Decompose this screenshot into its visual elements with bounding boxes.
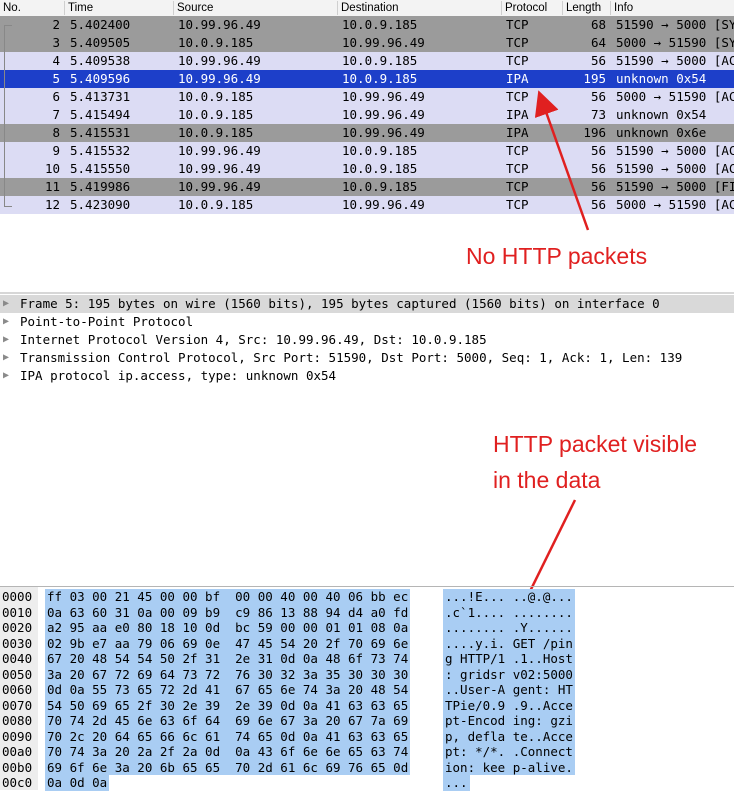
detail-row[interactable]: ▶ Internet Protocol Version 4, Src: 10.99… (0, 331, 734, 349)
byte-hex[interactable]: 54 50 69 65 2f 30 2e 39 2e 39 0d 0a 41 6… (45, 697, 411, 713)
arrow-to-ipa (534, 90, 590, 231)
byte-hex[interactable]: 70 74 3a 20 2a 2f 2a 0d 0a 43 6f 6e 6e 6… (45, 744, 411, 760)
detail-row[interactable]: ▶ Point-to-Point Protocol (0, 313, 734, 331)
byte-offset[interactable]: 00a0 (2, 744, 32, 760)
byte-hex[interactable]: 3a 20 67 72 69 64 73 72 76 30 32 3a 35 3… (45, 666, 411, 682)
byte-offset[interactable]: 0080 (2, 713, 32, 729)
byte-ascii[interactable]: p, defla te..Acce (443, 728, 575, 744)
detail-text: Frame 5: 195 bytes on wire (1560 bits), … (20, 296, 660, 311)
expand-triangle-icon[interactable]: ▶ (3, 331, 9, 349)
byte-offset[interactable]: 0020 (2, 620, 32, 636)
detail-text: Point-to-Point Protocol (20, 314, 194, 329)
byte-hex[interactable]: 67 20 48 54 54 50 2f 31 2e 31 0d 0a 48 6… (45, 651, 411, 667)
byte-ascii[interactable]: g HTTP/1 .1..Host (443, 651, 575, 667)
detail-text: Transmission Control Protocol, Src Port:… (20, 350, 683, 365)
detail-row[interactable]: ▶ Transmission Control Protocol, Src Port… (0, 349, 734, 367)
expand-triangle-icon[interactable]: ▶ (3, 367, 9, 385)
byte-ascii[interactable]: .c`1.... ........ (443, 604, 575, 620)
detail-text: IPA protocol ip.access, type: unknown 0x… (20, 368, 337, 383)
byte-offset[interactable]: 0090 (2, 729, 32, 745)
byte-offset[interactable]: 0010 (2, 605, 32, 621)
byte-hex[interactable]: 0d 0a 55 73 65 72 2d 41 67 65 6e 74 3a 2… (45, 682, 411, 698)
byte-hex[interactable]: 02 9b e7 aa 79 06 69 0e 47 45 54 20 2f 7… (45, 635, 411, 651)
byte-offset[interactable]: 0000 (2, 589, 32, 605)
byte-offset[interactable]: 0030 (2, 636, 32, 652)
bytes-divider (0, 586, 734, 587)
byte-ascii[interactable]: ...!E... ..@.@... (443, 589, 575, 605)
detail-text: Internet Protocol Version 4, Src: 10.99.… (20, 332, 487, 347)
byte-ascii[interactable]: ....y.i. GET /pin (443, 635, 575, 651)
byte-hex[interactable]: 70 74 2d 45 6e 63 6f 64 69 6e 67 3a 20 6… (45, 713, 411, 729)
byte-offset[interactable]: 0040 (2, 651, 32, 667)
byte-offset[interactable]: 0060 (2, 682, 32, 698)
byte-hex[interactable]: a2 95 aa e0 80 18 10 0d bc 59 00 00 01 0… (45, 620, 411, 636)
byte-ascii[interactable]: ion: kee p-alive. (443, 759, 575, 775)
byte-ascii[interactable]: : gridsr v02:5000 (443, 666, 575, 682)
expand-triangle-icon[interactable]: ▶ (3, 313, 9, 331)
detail-row[interactable]: ▶ IPA protocol ip.access, type: unknown 0… (0, 367, 734, 385)
byte-hex[interactable]: 0a 0d 0a (45, 775, 110, 791)
byte-ascii[interactable]: TPie/0.9 .9..Acce (443, 697, 575, 713)
byte-offset[interactable]: 00b0 (2, 760, 32, 776)
details-divider (0, 292, 734, 294)
expand-triangle-icon[interactable]: ▶ (3, 295, 9, 313)
detail-row[interactable]: ▶ Frame 5: 195 bytes on wire (1560 bits),… (0, 295, 734, 313)
byte-hex[interactable]: 69 6f 6e 3a 20 6b 65 65 70 2d 61 6c 69 7… (45, 759, 411, 775)
byte-ascii[interactable]: pt: */*. .Connect (443, 744, 575, 760)
byte-ascii[interactable]: ........ .Y...... (443, 620, 575, 636)
byte-ascii[interactable]: ... (443, 775, 470, 791)
byte-offset[interactable]: 0050 (2, 667, 32, 683)
expand-triangle-icon[interactable]: ▶ (3, 349, 9, 367)
byte-hex[interactable]: 70 2c 20 64 65 66 6c 61 74 65 0d 0a 41 6… (45, 728, 411, 744)
byte-offset[interactable]: 0070 (2, 698, 32, 714)
byte-hex[interactable]: 0a 63 60 31 0a 00 09 b9 c9 86 13 88 94 d… (45, 604, 411, 620)
byte-hex[interactable]: ff 03 00 21 45 00 00 bf 00 00 40 00 40 0… (45, 589, 411, 605)
byte-ascii[interactable]: ..User-A gent: HT (443, 682, 575, 698)
byte-ascii[interactable]: pt-Encod ing: gzi (443, 713, 575, 729)
byte-offset[interactable]: 00c0 (2, 775, 32, 791)
